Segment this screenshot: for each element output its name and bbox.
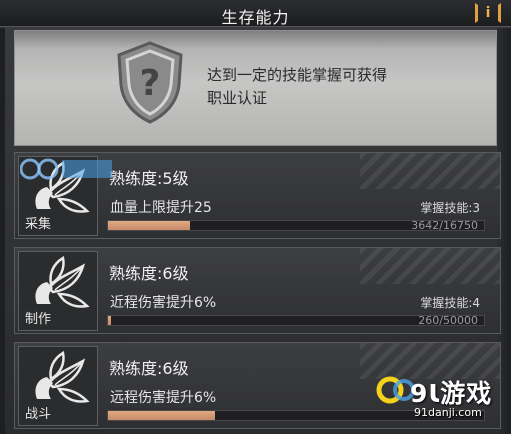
watermark-logo: 9Ɩ游戏 91danji.com (376, 366, 508, 432)
watermark-url: 91danji.com (414, 406, 482, 419)
certification-line-2: 职业认证 (207, 89, 268, 107)
info-button[interactable]: i (475, 3, 501, 23)
skill-bonus: 血量上限提升25 (110, 200, 212, 216)
progress-bar: 3642/16750 (107, 219, 485, 232)
skill-level: 熟练度:6级 (109, 359, 189, 378)
shield-question-icon: ? (117, 41, 183, 124)
progress-text: 260/50000 (418, 314, 478, 327)
progress-fill (108, 316, 111, 325)
card-stripes (360, 248, 500, 284)
skill-name: 采集 (25, 217, 52, 232)
progress-fill (108, 411, 216, 420)
progress-text: 3642/16750 (411, 219, 478, 232)
skill-name: 制作 (25, 312, 52, 327)
watermark-logo-top (20, 158, 112, 180)
skill-mastery: 掌握技能:3 (420, 201, 480, 215)
certification-text: 达到一定的技能掌握可获得 职业认证 (207, 64, 387, 110)
svg-text:?: ? (140, 63, 161, 104)
page-title: 生存能力 (221, 8, 290, 27)
progress-bar: 260/50000 (107, 314, 485, 327)
skill-bonus: 远程伤害提升6% (110, 390, 217, 406)
skill-level: 熟练度:6级 (109, 264, 189, 283)
certification-line-1: 达到一定的技能掌握可获得 (207, 66, 388, 84)
progress-fill (108, 221, 190, 230)
game-window: 生存能力 i ? 达到一定的技能掌握可获得 职业认证 采集 熟练度:5级 血量上… (0, 0, 511, 434)
skill-card-crafting[interactable]: 制作 熟练度:6级 近程伤害提升6% 掌握技能:4 260/50000 (14, 247, 501, 334)
leaf-hand-icon (35, 351, 90, 403)
skill-icon-frame: 战斗 (18, 346, 98, 426)
card-stripes (360, 153, 500, 189)
title-bar: 生存能力 i (0, 0, 511, 27)
skill-mastery: 掌握技能:4 (420, 296, 480, 310)
skill-level: 熟练度:5级 (109, 169, 189, 188)
left-border (0, 28, 5, 434)
watermark-brand: 9Ɩ游戏 (410, 379, 493, 408)
skill-bonus: 近程伤害提升6% (110, 295, 217, 311)
skill-icon-frame: 制作 (18, 251, 98, 331)
leaf-hand-icon (35, 256, 90, 308)
certification-panel: ? 达到一定的技能掌握可获得 职业认证 (14, 30, 497, 146)
skill-name: 战斗 (25, 407, 52, 422)
